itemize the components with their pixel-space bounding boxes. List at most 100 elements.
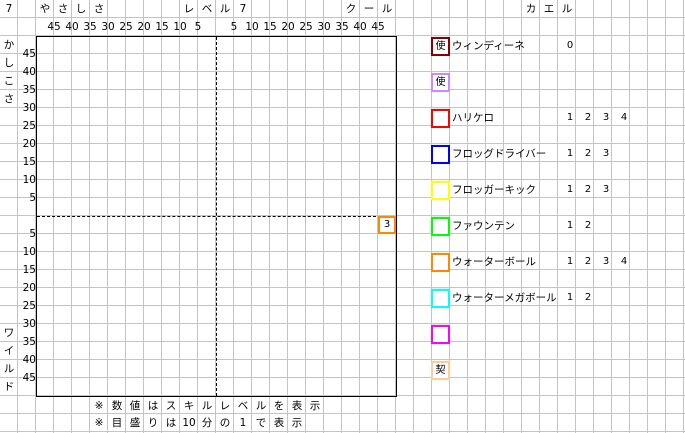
note-line-2-char: 1: [239, 417, 247, 429]
header-level-char: ル: [219, 3, 231, 15]
header-yasashisa-char: さ: [57, 3, 69, 15]
header-cool-char: ク: [345, 3, 357, 15]
legend-color-box[interactable]: [431, 181, 450, 200]
header-level-char: レ: [183, 3, 195, 15]
y-tick-top: 5: [29, 192, 36, 204]
note-line-1-char: を: [273, 400, 285, 412]
x-tick-right: 5: [230, 21, 238, 33]
legend-skill-name: フロッグドライバー: [452, 148, 547, 160]
y-axis-kashikosa-char: し: [3, 57, 15, 69]
legend-level-value: 2: [584, 292, 592, 303]
note-line-2-char: ※: [94, 417, 104, 429]
note-line-1-char: ※: [94, 400, 104, 412]
plot-area: [36, 36, 397, 397]
note-line-2-char: り: [147, 417, 159, 429]
legend-level-value: 1: [566, 256, 574, 267]
note-line-1-char: ル: [201, 400, 213, 412]
note-line-1-char: 表: [291, 400, 303, 412]
x-tick-right: 30: [317, 21, 331, 33]
legend-level-value: 2: [584, 112, 592, 123]
y-tick-top: 20: [22, 138, 36, 150]
note-line-2-char: 表: [273, 417, 285, 429]
legend-skill-name: ウィンディーネ: [452, 40, 525, 52]
y-tick-top: 25: [22, 120, 36, 132]
y-axis-wild-char: ド: [3, 381, 15, 393]
x-tick-left: 20: [137, 21, 151, 33]
note-line-1-char: ベ: [237, 400, 249, 412]
legend-level-value: 2: [584, 220, 592, 231]
y-tick-bottom: 25: [22, 300, 36, 312]
note-line-1-char: キ: [183, 400, 195, 412]
legend-color-box[interactable]: 契: [431, 361, 450, 380]
header-yasashisa-char: し: [75, 3, 87, 15]
legend-level-value: 0: [566, 40, 574, 51]
x-tick-left: 10: [173, 21, 187, 33]
legend-level-value: 1: [566, 292, 574, 303]
x-tick-left: 5: [194, 21, 202, 33]
legend-level-value: 3: [602, 256, 610, 267]
y-tick-bottom: 10: [22, 246, 36, 258]
header-yasashisa-char: や: [39, 3, 51, 15]
note-line-2-char: 分: [201, 417, 213, 429]
note-line-2-char: で: [255, 417, 267, 429]
legend-color-box[interactable]: [431, 253, 450, 272]
header-kaeru-char: ル: [561, 3, 573, 15]
header-level-char: ベ: [201, 3, 213, 15]
legend-color-box[interactable]: [431, 289, 450, 308]
legend-level-value: 2: [584, 148, 592, 159]
legend-skill-name: ファウンテン: [452, 220, 515, 232]
legend-level-value: 2: [584, 184, 592, 195]
legend-skill-name: ウォーターメガボール: [452, 292, 557, 304]
note-line-1-char: 値: [129, 400, 141, 412]
y-axis-kashikosa-char: こ: [3, 75, 15, 87]
x-tick-right: 20: [281, 21, 295, 33]
note-line-1-char: 数: [111, 400, 123, 412]
header-top-left-num: 7: [5, 3, 13, 15]
legend-color-box[interactable]: 使: [431, 73, 450, 92]
header-cool-char: ー: [363, 3, 375, 15]
x-tick-right: 10: [245, 21, 259, 33]
x-tick-left: 25: [119, 21, 133, 33]
legend-level-value: 1: [566, 220, 574, 231]
legend-color-box[interactable]: [431, 145, 450, 164]
x-tick-right: 15: [263, 21, 277, 33]
y-axis-kashikosa-char: さ: [3, 93, 15, 105]
y-tick-bottom: 5: [29, 228, 36, 240]
legend-level-value: 3: [602, 184, 610, 195]
note-line-2-char: 盛: [129, 417, 141, 429]
x-tick-left: 30: [101, 21, 115, 33]
x-tick-right: 35: [335, 21, 349, 33]
legend-level-value: 4: [620, 112, 628, 123]
legend-level-value: 1: [566, 112, 574, 123]
x-tick-left: 35: [83, 21, 97, 33]
header-kaeru-char: カ: [525, 3, 537, 15]
x-tick-left: 15: [155, 21, 169, 33]
legend-level-value: 1: [566, 148, 574, 159]
header-yasashisa-char: さ: [93, 3, 105, 15]
header-cool-char: ル: [381, 3, 393, 15]
legend-color-box[interactable]: [431, 109, 450, 128]
legend-level-value: 4: [620, 256, 628, 267]
legend-color-box[interactable]: [431, 217, 450, 236]
header-center-num: 7: [239, 3, 247, 15]
x-tick-left: 40: [65, 21, 79, 33]
y-axis-kashikosa-char: か: [3, 39, 15, 51]
legend-color-box[interactable]: 使: [431, 37, 450, 56]
plot-marker[interactable]: 3: [378, 216, 396, 234]
note-line-2-char: 示: [291, 417, 303, 429]
y-axis-wild-char: ワ: [3, 327, 15, 339]
note-line-1-char: レ: [219, 400, 231, 412]
legend-skill-name: フロッガーキック: [452, 184, 536, 196]
legend-level-value: 3: [602, 148, 610, 159]
legend-skill-name: ハリケロ: [452, 112, 494, 124]
y-tick-bottom: 15: [22, 264, 36, 276]
legend-skill-name: ウォーターボール: [452, 256, 536, 268]
legend-level-value: 3: [602, 112, 610, 123]
legend-color-box[interactable]: [431, 325, 450, 344]
note-line-1-char: ス: [165, 400, 177, 412]
x-tick-left: 45: [47, 21, 61, 33]
header-kaeru-char: エ: [543, 3, 555, 15]
y-axis-wild-char: イ: [3, 345, 15, 357]
note-line-2-char: の: [219, 417, 231, 429]
note-line-1-char: 示: [309, 400, 321, 412]
